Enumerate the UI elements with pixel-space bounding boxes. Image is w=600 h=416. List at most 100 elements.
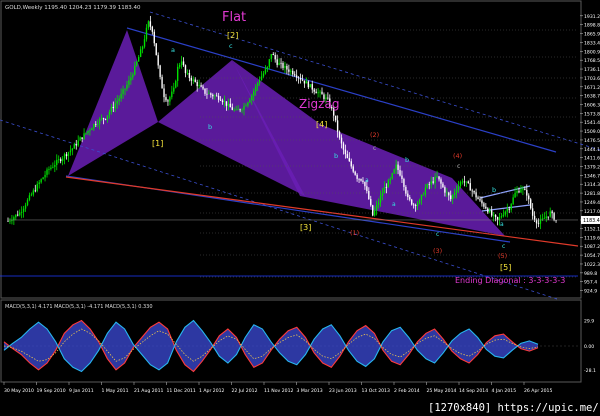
- candle-body: [38, 182, 40, 184]
- sub-a-label: a: [392, 201, 396, 208]
- candle-body: [342, 143, 345, 150]
- symbol-info-label: GOLD,Weekly 1195.40 1204.23 1179.39 1183…: [5, 5, 141, 11]
- candle-body: [202, 86, 204, 89]
- candle-body: [510, 203, 512, 210]
- candle-body: [344, 149, 347, 155]
- candle-body: [321, 91, 323, 95]
- candle-body: [251, 95, 253, 100]
- candle-body: [239, 109, 241, 111]
- candle-body: [260, 76, 263, 81]
- candle-body: [545, 216, 547, 219]
- price-tick-label: 1087.2: [584, 244, 600, 250]
- candle-body: [432, 181, 434, 183]
- candle-body: [481, 200, 483, 204]
- candle-body: [145, 27, 148, 40]
- candle-body: [126, 84, 128, 89]
- candle-body: [106, 115, 109, 120]
- candle-body: [141, 46, 144, 50]
- candle-body: [159, 65, 161, 77]
- candle-body: [274, 55, 276, 60]
- candle-body: [444, 187, 446, 193]
- time-tick-label: 23 Jun 2013: [329, 388, 357, 394]
- candle-body: [448, 192, 450, 196]
- price-tick-label: 1833.4: [584, 40, 600, 46]
- price-tick-label: 1152.1: [584, 227, 600, 233]
- candle-body: [243, 106, 245, 110]
- candle-body: [492, 214, 495, 216]
- candle-body: [549, 211, 551, 217]
- candle-body: [292, 70, 294, 75]
- wave-3-label: [3]: [300, 223, 311, 232]
- candle-body: [469, 183, 471, 191]
- candle-body: [192, 79, 194, 81]
- candle-body: [514, 192, 516, 198]
- candle-body: [143, 39, 146, 47]
- price-tick-label: 1541.4: [584, 120, 600, 126]
- sub-c-label: c: [229, 42, 233, 50]
- candle-body: [54, 165, 56, 167]
- candle-body: [348, 158, 351, 162]
- price-tick-label: 1119.6: [584, 235, 600, 241]
- candle-body: [178, 64, 181, 67]
- chart-window[interactable]: [2] [1] [3] [4] [5] a b c b b c a a c a c b c (2) (4) (1) (3)…: [0, 0, 600, 416]
- candle-body: [128, 80, 130, 85]
- candle-body: [555, 220, 557, 222]
- candle-body: [506, 209, 508, 212]
- candle-body: [217, 95, 220, 100]
- price-tick-label: 1314.3: [584, 182, 600, 188]
- candle-body: [245, 105, 247, 107]
- candle-body: [508, 209, 510, 210]
- candle-body: [52, 166, 54, 168]
- candle-body: [522, 188, 524, 190]
- price-tick-label: 1671.2: [584, 85, 600, 91]
- candle-body: [334, 115, 337, 121]
- candle-body: [426, 184, 429, 188]
- candle-body: [424, 187, 427, 195]
- zigzag-label: Zigzag: [299, 97, 339, 111]
- candle-body: [524, 188, 526, 190]
- price-tick-label: 989.8: [584, 271, 597, 277]
- candle-body: [295, 75, 298, 78]
- candle-body: [175, 80, 177, 88]
- price-tick-label: 1800.9: [584, 49, 600, 55]
- sub-2-label: (2): [370, 131, 379, 139]
- price-tick-label: 1411.6: [584, 156, 600, 162]
- candle-body: [104, 118, 107, 120]
- candle-body: [440, 179, 442, 184]
- price-tick-label: 1054.7: [584, 253, 600, 259]
- candle-body: [401, 175, 403, 180]
- candle-body: [403, 179, 405, 187]
- candle-body: [24, 205, 27, 209]
- candle-body: [399, 170, 401, 176]
- candle-body: [487, 208, 489, 213]
- candle-body: [383, 187, 386, 194]
- candle-body: [516, 191, 518, 193]
- candle-body: [286, 65, 288, 70]
- wave-1-label: [1]: [152, 139, 163, 148]
- candle-body: [350, 161, 352, 167]
- price-tick-label: 1249.4: [584, 200, 600, 206]
- candle-body: [212, 94, 214, 97]
- candle-body: [496, 217, 499, 221]
- candle-body: [204, 88, 206, 94]
- candle-body: [40, 179, 42, 183]
- candle-body: [346, 154, 349, 159]
- candle-body: [223, 101, 226, 103]
- candle-body: [167, 100, 169, 102]
- candle-body: [46, 169, 48, 175]
- candle-body: [453, 192, 456, 196]
- candle-body: [9, 220, 11, 222]
- candle-body: [98, 119, 101, 124]
- wave-4-label: [4]: [316, 120, 327, 129]
- candle-body: [391, 173, 393, 179]
- candle-body: [438, 176, 440, 180]
- time-tick-label: 13 Oct 2013: [362, 388, 390, 394]
- candle-body: [208, 93, 210, 95]
- candle-body: [87, 130, 89, 133]
- price-tick-label: 1573.8: [584, 111, 600, 117]
- candle-body: [409, 197, 411, 200]
- candle-body: [416, 203, 419, 207]
- candle-body: [91, 128, 93, 131]
- candle-body: [69, 150, 72, 153]
- time-tick-label: 11 Nov 2012: [264, 388, 293, 394]
